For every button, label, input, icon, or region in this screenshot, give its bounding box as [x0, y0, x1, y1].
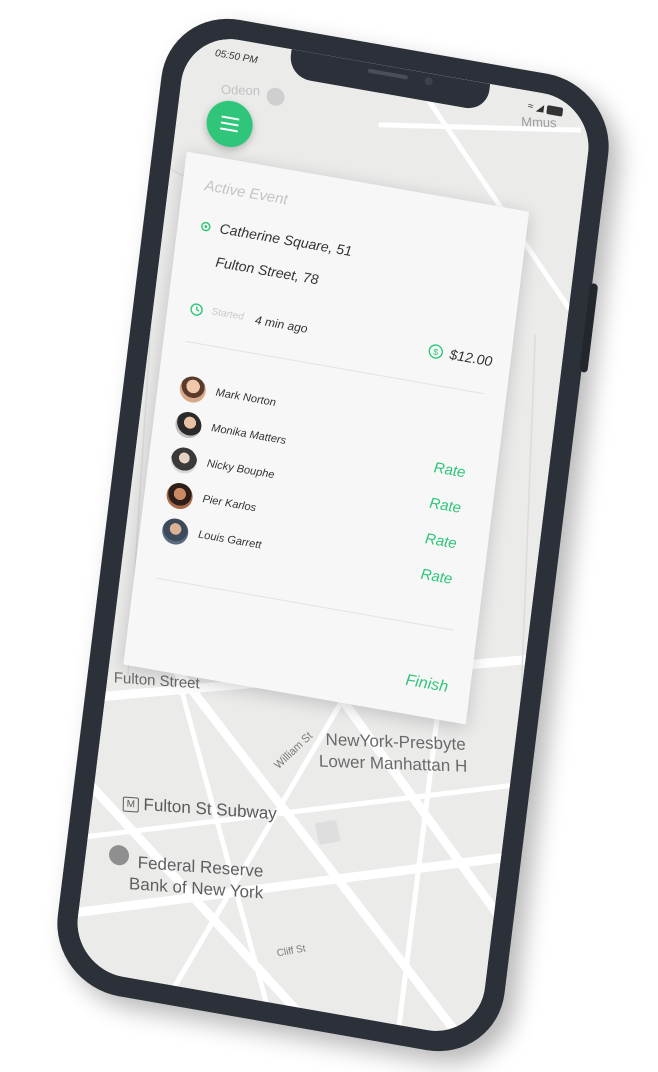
active-event-card: Active Event Catherine Square, 51 Fulton… — [123, 151, 530, 725]
rate-button[interactable]: Rate — [424, 530, 458, 552]
wifi-icon: ≈ — [527, 100, 534, 113]
avatar — [173, 409, 203, 441]
hamburger-icon-line — [220, 121, 239, 127]
price: $12.00 — [448, 346, 494, 370]
passenger-name: Mark Norton — [215, 386, 277, 409]
address-from: Catherine Square, 51 — [218, 220, 353, 260]
phone-screen: Odeon Mmus Fulton Street William St NewY… — [71, 30, 595, 1040]
svg-text:$: $ — [433, 347, 439, 358]
battery-icon — [546, 105, 564, 117]
avatar — [165, 480, 195, 512]
subway-icon: M — [122, 796, 139, 813]
passenger-name: Louis Garrett — [197, 528, 263, 552]
passenger-name: Monika Matters — [210, 422, 287, 448]
dollar-icon: $ — [428, 344, 443, 359]
rate-button[interactable]: Rate — [429, 495, 463, 517]
rate-button[interactable]: Rate — [420, 566, 454, 588]
hamburger-icon-line — [219, 127, 238, 133]
side-button — [579, 282, 599, 374]
avatar — [169, 445, 199, 476]
signal-icon: ◢ — [535, 102, 545, 115]
avatar — [178, 374, 208, 405]
hamburger-icon-line — [221, 115, 240, 121]
address-to: Fulton Street, 78 — [214, 253, 320, 288]
finish-button[interactable]: Finish — [404, 672, 449, 697]
speaker-grille — [367, 68, 409, 80]
passenger-name: Pier Karlos — [201, 493, 257, 515]
location-pin-icon — [201, 221, 211, 232]
clock-icon — [190, 303, 203, 316]
phone-frame: Odeon Mmus Fulton Street William St NewY… — [49, 7, 617, 1063]
rate-button[interactable]: Rate — [433, 459, 467, 481]
started-value: 4 min ago — [254, 312, 309, 336]
avatar — [160, 516, 190, 547]
stage: Odeon Mmus Fulton Street William St NewY… — [0, 0, 658, 1072]
map-label-mmus: Mmus — [521, 114, 557, 131]
map-label-odeon: Odeon — [220, 81, 261, 99]
front-camera — [424, 76, 434, 86]
started-label: Started — [210, 306, 245, 323]
passenger-name: Nicky Bouphe — [206, 457, 276, 482]
card-title: Active Event — [203, 177, 289, 209]
